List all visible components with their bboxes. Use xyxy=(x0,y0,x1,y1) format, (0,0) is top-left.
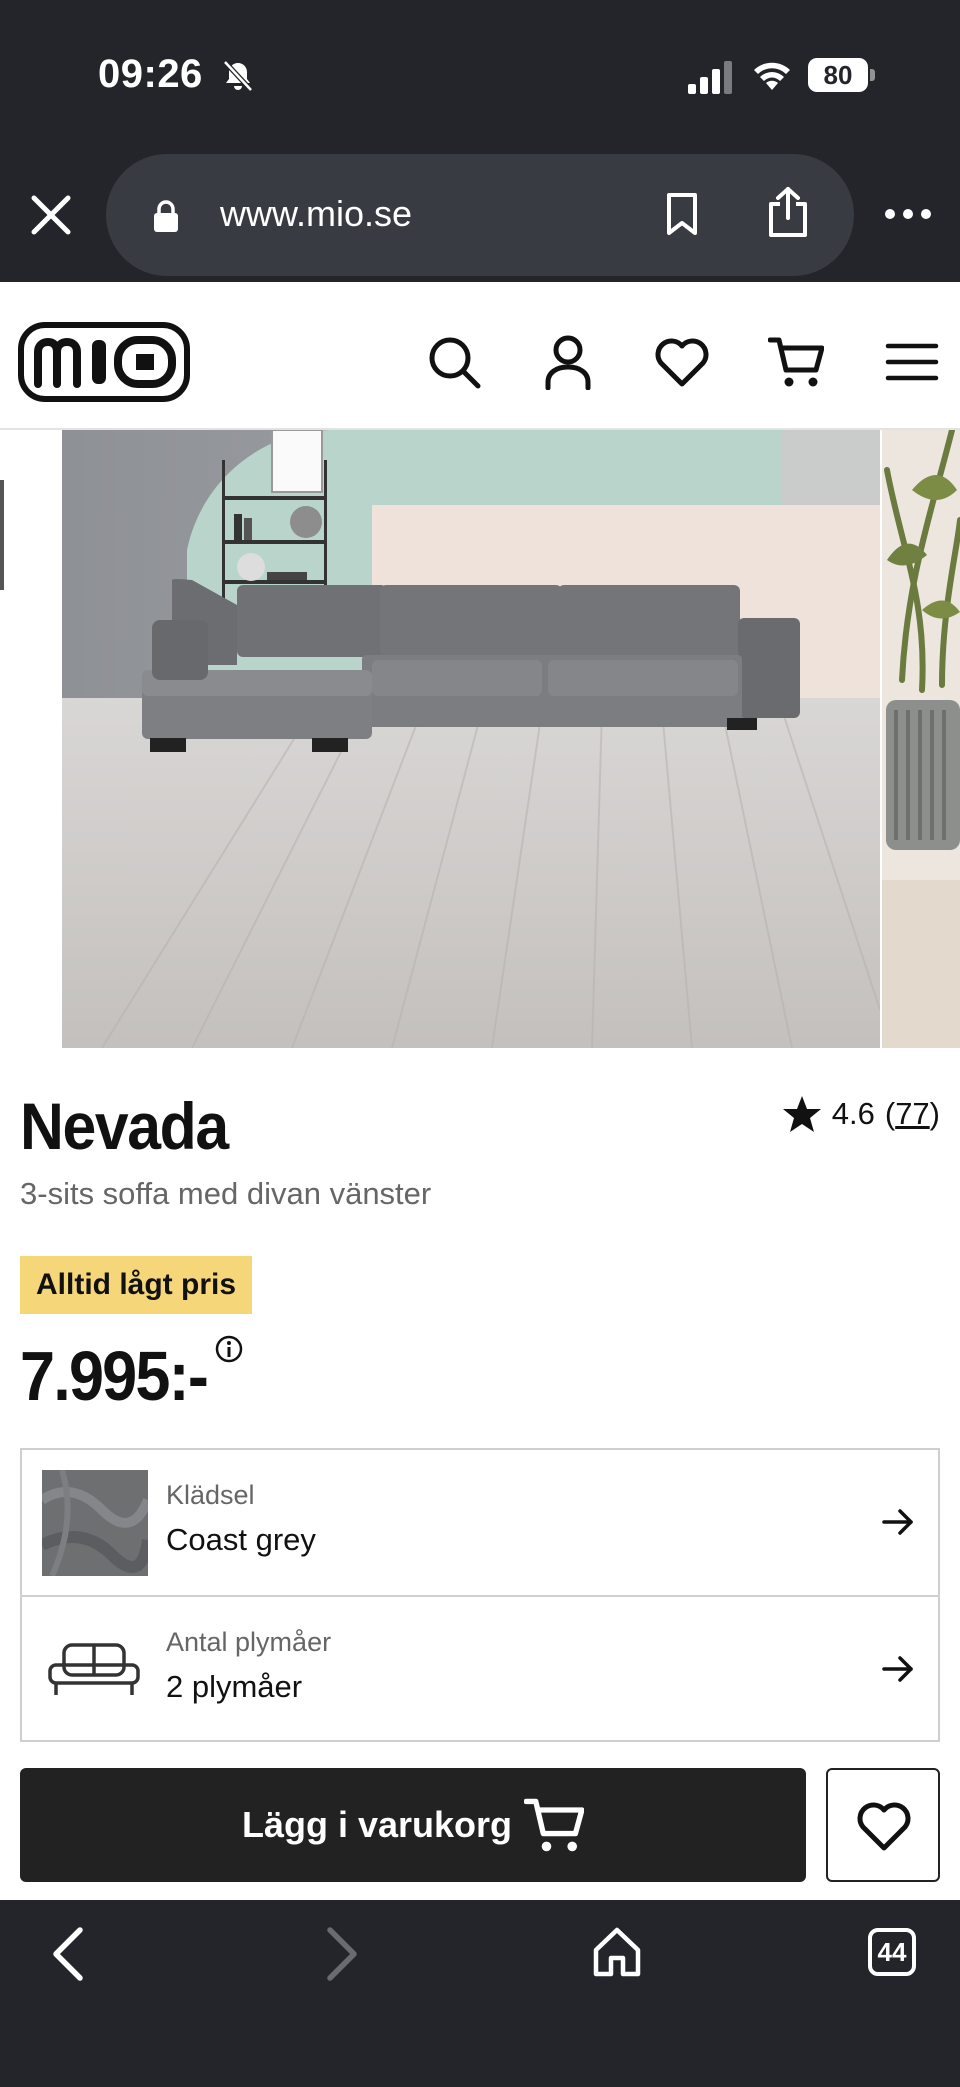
cart-icon xyxy=(524,1798,585,1852)
lock-icon xyxy=(154,200,178,232)
add-to-cart-button[interactable]: Lägg i varukorg xyxy=(20,1768,806,1882)
add-to-wishlist-button[interactable] xyxy=(826,1768,940,1882)
star-icon xyxy=(782,1096,821,1132)
low-price-badge: Alltid lågt pris xyxy=(20,1256,253,1314)
gallery-previous-edge xyxy=(0,480,4,590)
option-label: Antal plymåer xyxy=(166,1627,332,1657)
next-product-image[interactable] xyxy=(882,430,960,1048)
product-subtitle: 3-sits soffa med divan vänster xyxy=(20,1176,432,1211)
cellular-signal-icon xyxy=(688,61,732,94)
option-label: Klädsel xyxy=(166,1480,255,1510)
home-icon[interactable] xyxy=(592,1926,642,1978)
forward-icon[interactable] xyxy=(322,1926,362,1982)
sofa-icon xyxy=(48,1643,140,1695)
product-price: 7.995:- xyxy=(20,1337,209,1415)
status-time: 09:26 xyxy=(98,52,203,96)
battery-level: 80 xyxy=(808,58,868,92)
address-bar[interactable] xyxy=(106,154,854,276)
account-icon[interactable] xyxy=(540,334,596,390)
product-gallery[interactable] xyxy=(0,430,960,1048)
bell-off-icon xyxy=(223,60,253,92)
heart-icon xyxy=(857,1802,911,1851)
browser-toolbar xyxy=(0,1900,960,2087)
back-icon[interactable] xyxy=(48,1926,88,1982)
tabs-count-icon[interactable]: 44 xyxy=(868,1928,916,1976)
battery-icon: 80 xyxy=(808,58,875,92)
wifi-icon xyxy=(754,62,790,90)
wishlist-heart-icon[interactable] xyxy=(654,334,710,390)
more-icon[interactable] xyxy=(884,204,932,224)
arrow-right-icon xyxy=(882,1656,913,1682)
info-icon[interactable] xyxy=(214,1334,244,1364)
browser-chrome: 09:26 80 www.mio.se xyxy=(0,0,960,282)
mio-logo[interactable] xyxy=(18,322,190,402)
product-title: Nevada xyxy=(20,1089,229,1163)
product-image[interactable] xyxy=(62,430,880,1048)
bookmark-icon[interactable] xyxy=(664,192,700,236)
option-value: 2 plymåer xyxy=(166,1669,303,1704)
url-text[interactable]: www.mio.se xyxy=(220,193,412,235)
add-to-cart-label: Lägg i varukorg xyxy=(241,1804,513,1845)
cart-icon[interactable] xyxy=(768,334,824,390)
rating-value: 4.6 xyxy=(831,1096,875,1131)
fabric-swatch-image xyxy=(42,1470,148,1576)
close-icon[interactable] xyxy=(26,190,76,240)
product-rating[interactable]: 4.6 (77) xyxy=(782,1090,940,1138)
review-count-link[interactable]: 77 xyxy=(895,1096,929,1132)
arrow-right-icon xyxy=(882,1509,913,1535)
option-cushions[interactable]: Antal plymåer 2 plymåer xyxy=(22,1595,938,1740)
share-icon[interactable] xyxy=(766,186,810,238)
option-value: Coast grey xyxy=(166,1522,316,1557)
menu-icon[interactable] xyxy=(884,334,940,390)
search-icon[interactable] xyxy=(426,334,482,390)
option-upholstery[interactable]: Klädsel Coast grey xyxy=(22,1450,938,1595)
site-header xyxy=(0,282,960,430)
product-options: Klädsel Coast grey Antal plymåer 2 plymå… xyxy=(20,1448,940,1742)
